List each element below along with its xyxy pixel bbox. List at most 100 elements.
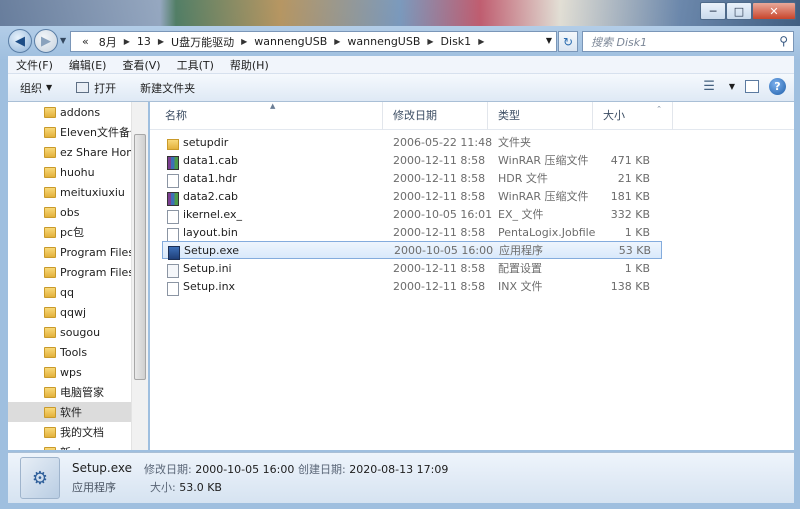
preview-pane-icon[interactable] — [745, 80, 759, 93]
chevron-right-icon[interactable]: ▶ — [425, 37, 435, 46]
sidebar-item[interactable]: Program Files — [8, 262, 147, 282]
chevron-right-icon[interactable]: ▶ — [332, 37, 342, 46]
folder-icon — [44, 107, 56, 118]
setup-exe-large-icon: ⚙ — [20, 457, 60, 499]
scrollbar-thumb[interactable] — [134, 134, 146, 380]
file-row[interactable]: data1.cab 2000-12-11 8:58 WinRAR 压缩文件 471 K… — [150, 151, 794, 170]
sidebar-item[interactable]: addons — [8, 102, 147, 122]
column-header-size[interactable]: 大小 ⌃ — [593, 102, 673, 130]
column-collapse-icon[interactable]: ⌃ — [656, 105, 662, 113]
chevron-right-icon[interactable]: ▶ — [122, 37, 132, 46]
menu-tools[interactable]: 工具(T) — [169, 57, 222, 73]
chevron-right-icon[interactable]: ▶ — [156, 37, 166, 46]
column-header-date[interactable]: 修改日期 — [383, 102, 488, 130]
file-date: 2000-10-05 16:00 — [384, 244, 493, 257]
search-icon[interactable]: ⚲ — [779, 34, 788, 48]
back-arrow-icon: ◀ — [15, 33, 25, 49]
chevron-right-icon[interactable]: ▶ — [476, 37, 486, 46]
sidebar-item[interactable]: Eleven文件备份 — [8, 122, 147, 142]
address-dropdown-icon[interactable]: ▼ — [546, 36, 552, 45]
recent-pages-dropdown[interactable]: ▼ — [60, 36, 66, 45]
file-row[interactable]: Setup.ini 2000-12-11 8:58 配置设置 1 KB — [150, 259, 794, 278]
maximize-button[interactable]: □ — [726, 2, 752, 20]
sidebar-item-label: Tools — [60, 345, 88, 359]
menu-edit[interactable]: 编辑(E) — [61, 57, 115, 73]
forward-button[interactable]: ▶ — [34, 29, 58, 53]
column-size-label: 大小 — [603, 109, 625, 122]
file-name: data1.cab — [150, 154, 383, 170]
title-bar[interactable] — [0, 0, 800, 26]
chevron-right-icon[interactable]: ▶ — [239, 37, 249, 46]
column-header-name[interactable]: 名称 ▲ — [150, 102, 383, 130]
back-button[interactable]: ◀ — [8, 29, 32, 53]
sidebar-item-label: 电脑管家 — [60, 386, 104, 399]
minimize-button[interactable]: ─ — [700, 2, 726, 20]
breadcrumb-item[interactable]: U盘万能驱动 — [166, 34, 239, 50]
sidebar-item[interactable]: Tools — [8, 342, 147, 362]
file-size: 1 KB — [593, 226, 650, 239]
organize-label: 组织 — [20, 81, 42, 95]
file-row[interactable]: setupdir 2006-05-22 11:48 文件夹 — [150, 133, 794, 151]
file-size-text: 53 KB — [618, 243, 651, 257]
refresh-button[interactable]: ↻ — [558, 31, 578, 52]
close-button[interactable]: ✕ — [752, 2, 796, 20]
change-view-icon[interactable]: ☰ — [703, 79, 715, 94]
sidebar-item[interactable]: qqwj — [8, 302, 147, 322]
sidebar-item[interactable]: qq — [8, 282, 147, 302]
file-date-text: 2000-12-11 8:58 — [393, 153, 486, 167]
open-button[interactable]: 打开 — [64, 74, 128, 101]
document-icon — [167, 173, 179, 188]
menu-view[interactable]: 查看(V) — [114, 57, 168, 73]
sidebar-item[interactable]: obs — [8, 202, 147, 222]
menu-file[interactable]: 文件(F) — [8, 57, 61, 73]
sidebar-item[interactable]: pc包 — [8, 222, 147, 242]
file-type: HDR 文件 — [488, 170, 593, 186]
breadcrumb-item[interactable]: wannengUSB — [249, 35, 332, 48]
file-rows: setupdir 2006-05-22 11:48 文件夹 data1.cab 2000… — [150, 133, 794, 296]
document-icon — [167, 209, 179, 224]
folder-icon — [44, 127, 56, 138]
sidebar-item[interactable]: wps — [8, 362, 147, 382]
sidebar-item[interactable]: 我的文档 — [8, 422, 147, 442]
rar-icon — [167, 155, 179, 170]
breadcrumb-overflow[interactable]: « — [77, 35, 94, 48]
sidebar-item[interactable]: 新ebs — [8, 442, 147, 450]
file-type-text: WinRAR 压缩文件 — [498, 154, 589, 167]
refresh-icon: ↻ — [562, 34, 574, 49]
sidebar-item[interactable]: ez Share Hom — [8, 142, 147, 162]
organize-button[interactable]: 组织 ▼ — [8, 74, 64, 101]
details-modified-label: 修改日期: — [144, 463, 192, 476]
sidebar-item[interactable]: huohu — [8, 162, 147, 182]
address-bar[interactable]: « 8月 ▶ 13 ▶ U盘万能驱动 ▶ wannengUSB ▶ wannen… — [70, 31, 557, 52]
menu-help[interactable]: 帮助(H) — [222, 57, 277, 73]
file-row[interactable]: Setup.exe 2000-10-05 16:00 应用程序 53 KB — [162, 241, 662, 260]
navigation-scrollbar[interactable] — [131, 102, 148, 450]
file-name: setupdir — [150, 136, 383, 150]
file-type-text: WinRAR 压缩文件 — [498, 190, 589, 203]
file-row[interactable]: layout.bin 2000-12-11 8:58 PentaLogix.Jobf… — [150, 223, 794, 242]
file-date: 2000-12-11 8:58 — [383, 190, 488, 203]
file-row[interactable]: Setup.inx 2000-12-11 8:58 INX 文件 138 KB — [150, 277, 794, 296]
search-input[interactable]: 搜索 Disk1 ⚲ — [582, 31, 794, 52]
help-icon[interactable]: ? — [769, 78, 786, 95]
file-row[interactable]: ikernel.ex_ 2000-10-05 16:01 EX_ 文件 332 KB — [150, 205, 794, 224]
sidebar-item[interactable]: 软件 — [8, 402, 147, 422]
column-header-type[interactable]: 类型 — [488, 102, 593, 130]
folder-icon — [44, 267, 56, 278]
breadcrumb-item[interactable]: wannengUSB — [342, 35, 425, 48]
breadcrumb-item[interactable]: Disk1 — [436, 35, 477, 48]
file-row[interactable]: data1.hdr 2000-12-11 8:58 HDR 文件 21 KB — [150, 169, 794, 188]
sidebar-item[interactable]: meituxiuxiu — [8, 182, 147, 202]
sidebar-item[interactable]: sougou — [8, 322, 147, 342]
sidebar-item[interactable]: 电脑管家 — [8, 382, 147, 402]
sidebar-item[interactable]: Program Files — [8, 242, 147, 262]
breadcrumb-item[interactable]: 8月 — [94, 34, 122, 50]
file-row[interactable]: data2.cab 2000-12-11 8:58 WinRAR 压缩文件 181 K… — [150, 187, 794, 206]
new-folder-button[interactable]: 新建文件夹 — [128, 74, 207, 101]
column-type-label: 类型 — [498, 109, 520, 122]
file-type: WinRAR 压缩文件 — [488, 152, 593, 168]
document-icon — [167, 227, 179, 242]
view-dropdown-icon[interactable]: ▼ — [729, 82, 735, 91]
breadcrumb-item[interactable]: 13 — [132, 35, 156, 48]
file-date-text: 2000-12-11 8:58 — [393, 225, 486, 239]
